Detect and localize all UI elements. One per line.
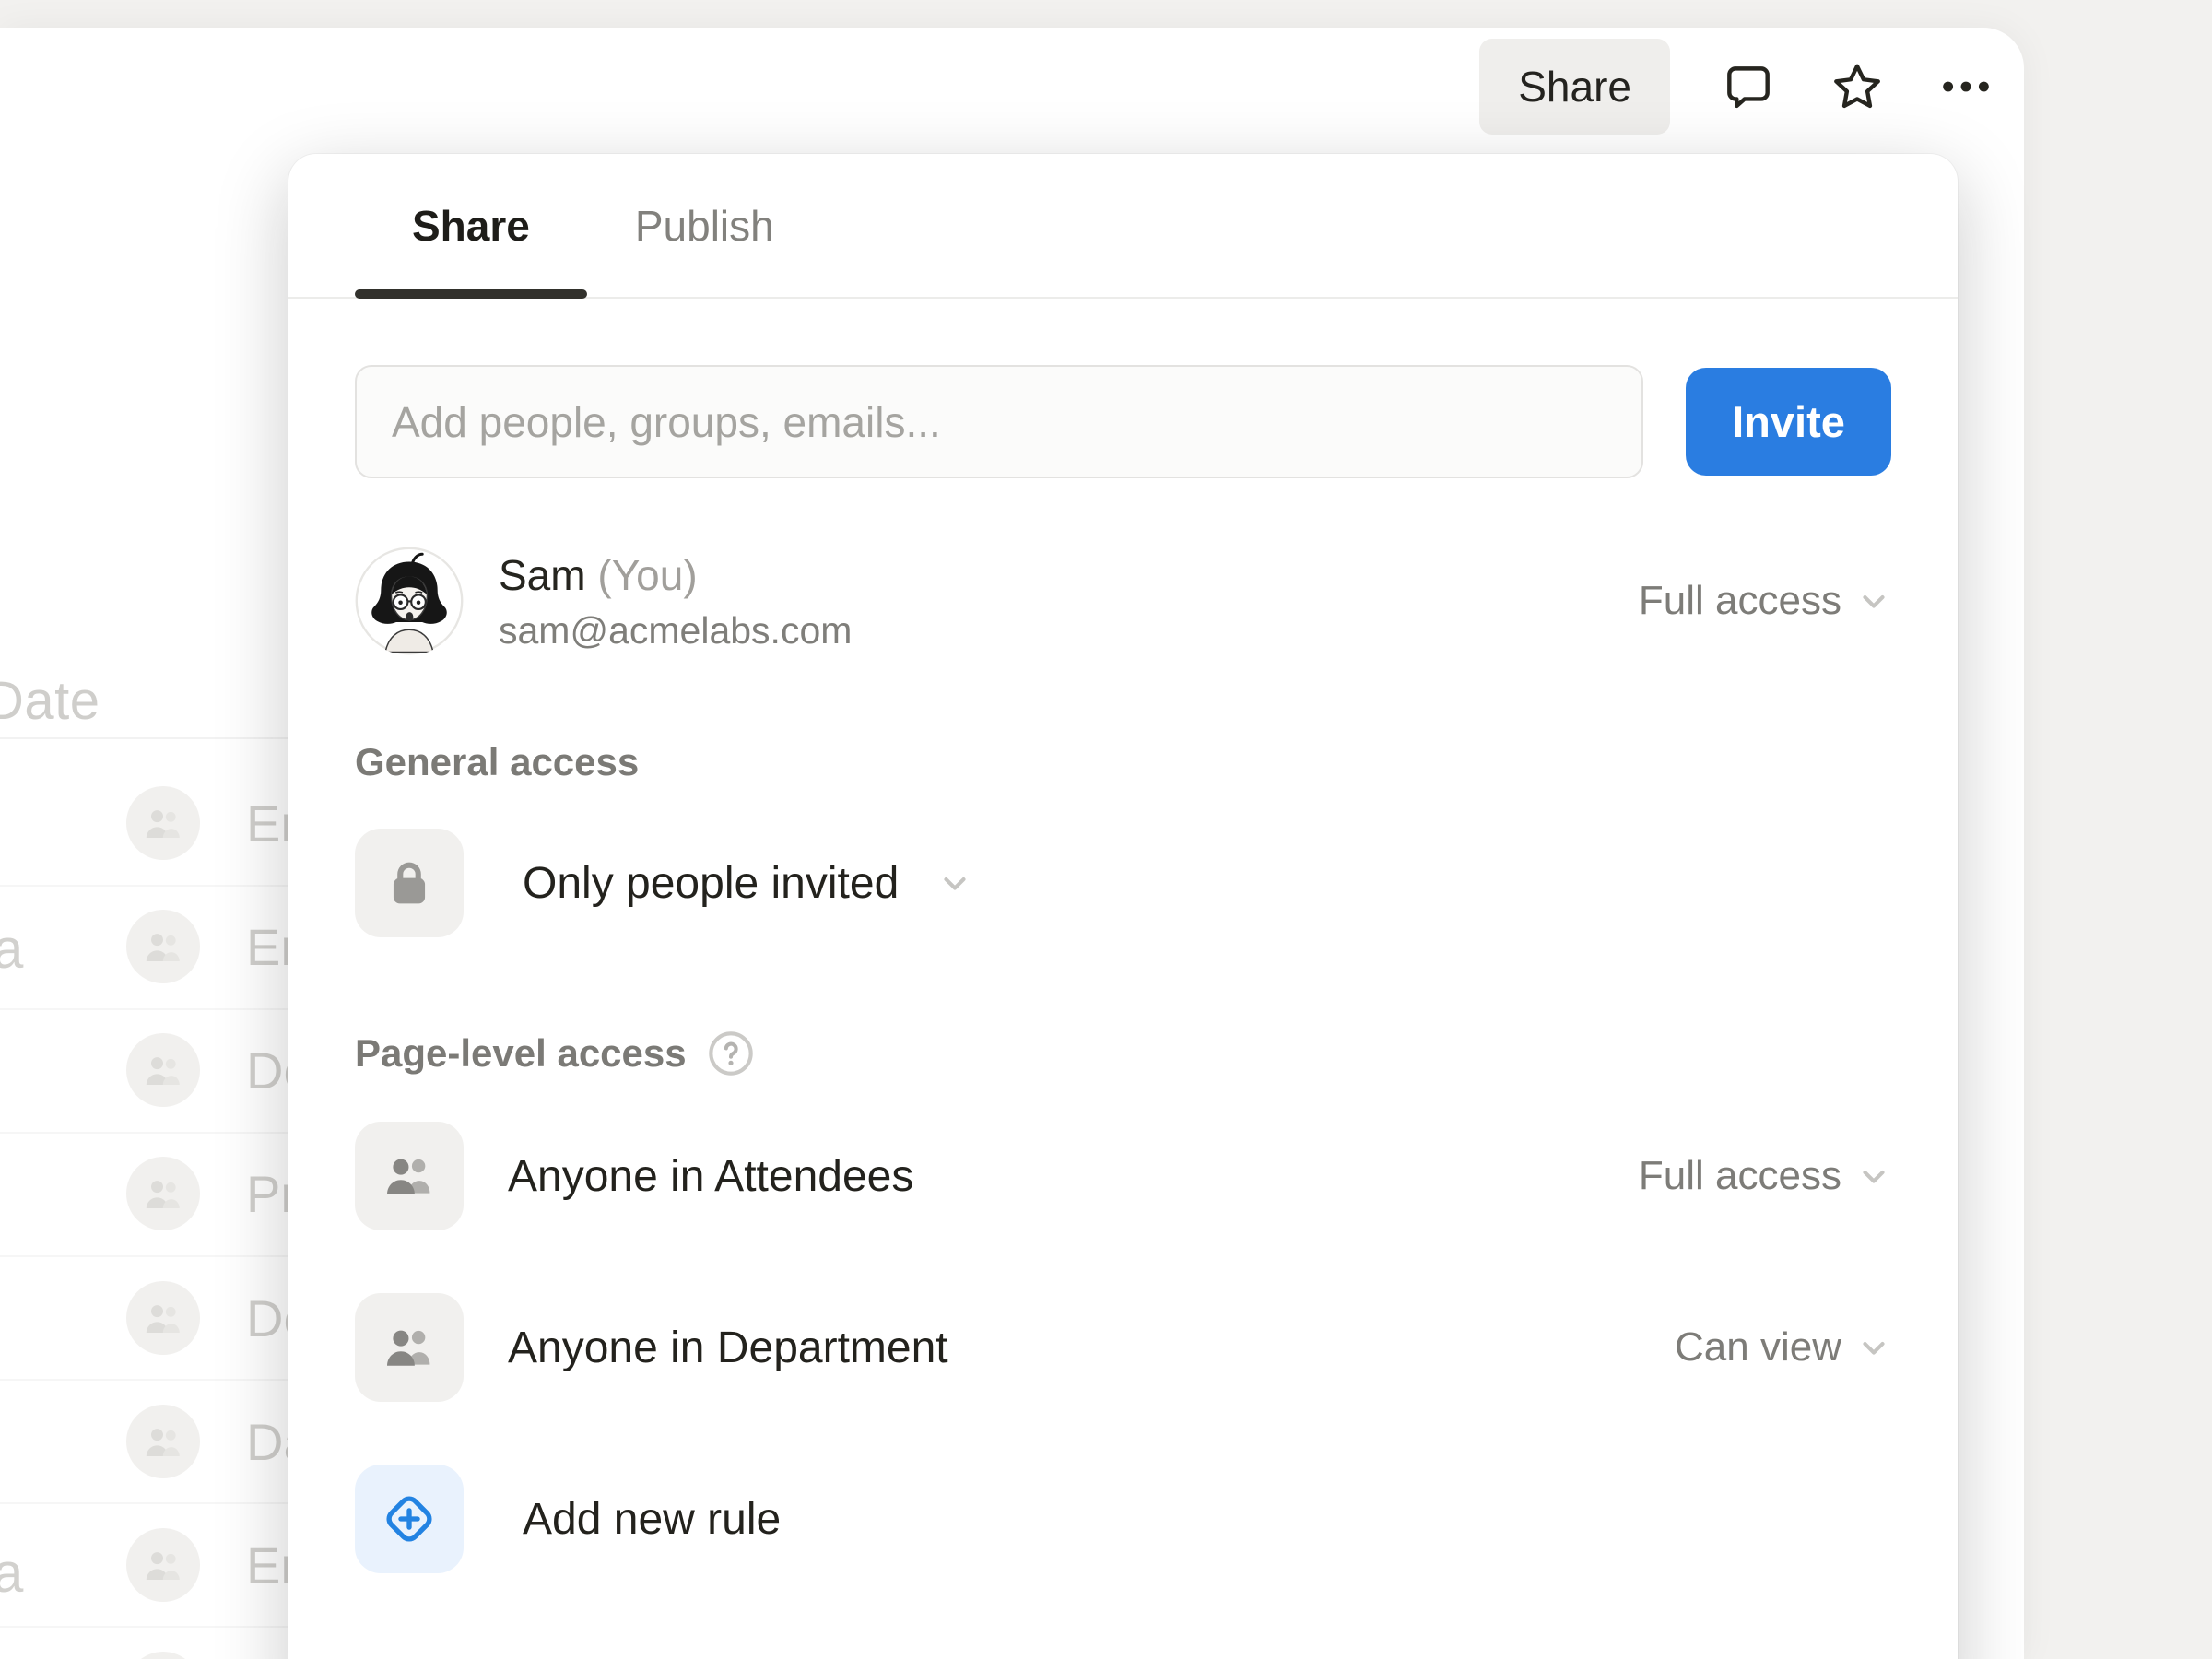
rule-access-value: Full access bbox=[1639, 1153, 1841, 1199]
background-column-header: Date bbox=[0, 670, 100, 732]
people-group-icon bbox=[126, 1528, 200, 1602]
chevron-down-icon bbox=[937, 865, 972, 900]
share-dialog: Share Publish Invite bbox=[288, 154, 1958, 1659]
page-level-access-heading: Page-level access bbox=[355, 1030, 1891, 1077]
chevron-down-icon bbox=[1856, 1330, 1891, 1365]
people-group-icon bbox=[126, 1033, 200, 1107]
people-group-icon bbox=[126, 1157, 200, 1230]
people-group-icon bbox=[355, 1293, 464, 1402]
person-name-text: Sam bbox=[499, 551, 586, 599]
general-access-dropdown[interactable]: Only people invited bbox=[355, 829, 1891, 937]
person-access-dropdown[interactable]: Full access bbox=[1639, 578, 1891, 624]
lock-icon bbox=[355, 829, 464, 937]
add-new-rule-label: Add new rule bbox=[523, 1494, 1891, 1545]
help-circle-icon[interactable] bbox=[707, 1030, 755, 1077]
rule-row: Anyone in Department Can view bbox=[355, 1293, 1891, 1402]
people-group-icon bbox=[126, 1281, 200, 1355]
avatar bbox=[355, 547, 464, 655]
share-button[interactable]: Share bbox=[1479, 39, 1670, 135]
share-dialog-tabs: Share Publish bbox=[288, 154, 1958, 299]
page-level-access-heading-text: Page-level access bbox=[355, 1031, 687, 1076]
person-you-suffix: (You) bbox=[597, 551, 697, 599]
screen: Date a a Eng Eng Des Pro Des bbox=[0, 0, 2212, 1659]
people-group-icon bbox=[126, 786, 200, 860]
person-email: sam@acmelabs.com bbox=[499, 609, 1639, 653]
more-ellipsis-icon[interactable] bbox=[1936, 56, 1996, 117]
rule-access-dropdown[interactable]: Can view bbox=[1675, 1324, 1891, 1371]
tab-share[interactable]: Share bbox=[355, 154, 587, 297]
people-group-icon bbox=[126, 1652, 200, 1659]
background-cell-fragment: a bbox=[0, 917, 23, 981]
add-people-input[interactable] bbox=[355, 365, 1643, 478]
person-name: Sam (You) bbox=[499, 549, 1639, 603]
people-group-icon bbox=[355, 1122, 464, 1230]
general-access-heading-text: General access bbox=[355, 740, 639, 784]
topbar-actions: Share bbox=[1479, 39, 1996, 135]
general-access-heading: General access bbox=[355, 740, 1891, 784]
person-row: Sam (You) sam@acmelabs.com Full access bbox=[355, 547, 1891, 655]
add-new-rule-button[interactable]: Add new rule bbox=[355, 1465, 1891, 1573]
rule-row: Anyone in Attendees Full access bbox=[355, 1122, 1891, 1230]
rule-label: Anyone in Attendees bbox=[508, 1151, 1639, 1202]
background-cell-fragment: a bbox=[0, 1541, 23, 1605]
people-group-icon bbox=[126, 1405, 200, 1478]
rule-label: Anyone in Department bbox=[508, 1323, 1675, 1373]
rule-access-value: Can view bbox=[1675, 1324, 1841, 1371]
people-group-icon bbox=[126, 910, 200, 983]
chevron-down-icon bbox=[1856, 1159, 1891, 1194]
invite-row: Invite bbox=[355, 365, 1891, 478]
rule-access-dropdown[interactable]: Full access bbox=[1639, 1153, 1891, 1199]
star-icon[interactable] bbox=[1827, 56, 1888, 117]
diamond-plus-icon bbox=[355, 1465, 464, 1573]
chevron-down-icon bbox=[1856, 583, 1891, 618]
invite-button[interactable]: Invite bbox=[1686, 368, 1891, 476]
person-access-value: Full access bbox=[1639, 578, 1841, 624]
general-access-value: Only people invited bbox=[523, 858, 899, 909]
tab-publish[interactable]: Publish bbox=[626, 154, 783, 297]
comment-icon[interactable] bbox=[1718, 56, 1779, 117]
